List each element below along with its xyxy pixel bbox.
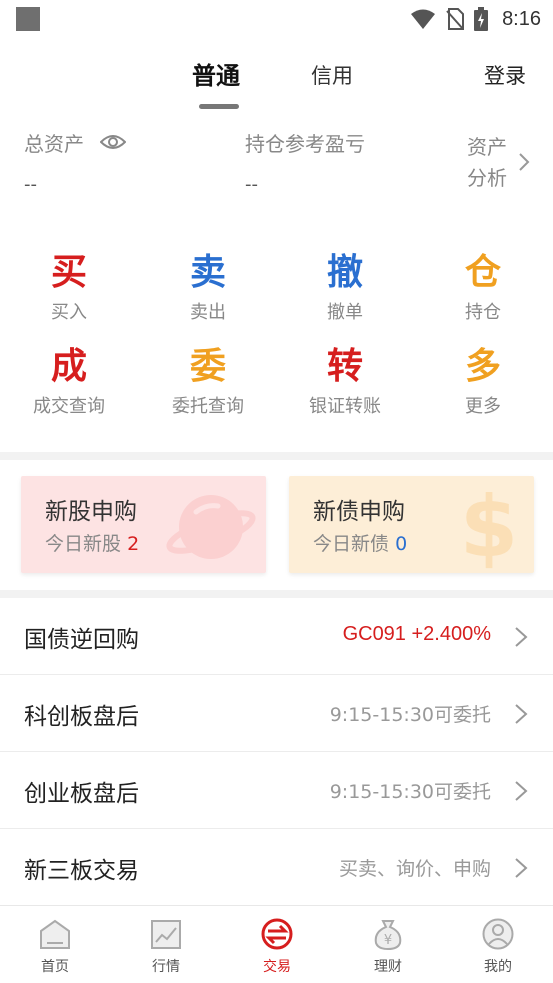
nav-market[interactable]: 行情 [131, 918, 201, 976]
position-pnl-label: 持仓参考盈亏 [245, 132, 365, 156]
card-subtitle: 今日新债 0 [313, 529, 407, 556]
nav-label: 行情 [152, 959, 180, 975]
action-label: 撤单 [327, 302, 363, 323]
cancel-icon: 撤 [326, 252, 363, 293]
list-item-title: 创业板盘后 [24, 781, 139, 807]
more-icon: 多 [464, 346, 501, 387]
nav-label: 首页 [41, 959, 69, 975]
chevron-right-icon [515, 781, 528, 801]
nav-trade[interactable]: 交易 [242, 918, 312, 976]
no-sim-icon [446, 8, 465, 30]
section-divider [0, 452, 553, 460]
list-item-title: 科创板盘后 [24, 704, 139, 730]
bond-subscription-card[interactable]: $ 新债申购 今日新债 0 [289, 476, 534, 573]
header: 普通 信用 登录 [0, 38, 553, 114]
chevron-right-icon [515, 858, 528, 878]
money-bag-icon: ¥ [374, 920, 402, 951]
nav-home[interactable]: 首页 [20, 918, 90, 976]
card-subtitle: 今日新股 2 [45, 529, 139, 556]
action-positions[interactable]: 仓 持仓 [428, 252, 538, 324]
total-assets-value: -- [24, 174, 37, 195]
list-item-neeq-trading[interactable]: 新三板交易 买卖、询价、申购 [0, 829, 553, 906]
ipo-subscription-card[interactable]: 新股申购 今日新股 2 [21, 476, 266, 573]
eye-icon[interactable] [100, 132, 126, 152]
order-query-icon: 委 [189, 346, 226, 387]
buy-icon: 买 [50, 252, 87, 293]
notification-icon [16, 7, 40, 31]
nav-profile[interactable]: 我的 [463, 918, 533, 976]
action-label: 委托查询 [172, 396, 244, 417]
section-divider [0, 590, 553, 598]
sell-icon: 卖 [189, 252, 226, 293]
tab-normal[interactable]: 普通 [192, 56, 240, 91]
list-item-star-market-after-hours[interactable]: 科创板盘后 9:15-15:30可委托 [0, 675, 553, 752]
list-item-detail: 买卖、询价、申购 [338, 858, 491, 880]
action-order-query[interactable]: 委 委托查询 [153, 346, 263, 418]
trade-icon [261, 918, 293, 950]
trade-query-icon: 成 [50, 346, 87, 387]
action-cancel-order[interactable]: 撤 撤单 [290, 252, 400, 324]
card-sub-label: 今日新债 [313, 533, 390, 555]
chevron-right-icon [515, 704, 528, 724]
action-label: 银证转账 [309, 396, 381, 417]
list-item-detail: 9:15-15:30可委托 [329, 781, 491, 803]
action-buy[interactable]: 买 买入 [14, 252, 124, 324]
chevron-right-icon [519, 153, 530, 171]
home-icon [40, 919, 70, 949]
chevron-right-icon [515, 627, 528, 647]
clock: 8:16 [502, 7, 541, 30]
positions-icon: 仓 [464, 252, 501, 293]
chart-icon [151, 920, 181, 949]
user-icon [482, 918, 514, 950]
position-pnl-value: -- [245, 174, 258, 195]
wifi-icon [411, 9, 436, 29]
battery-icon [474, 7, 489, 31]
tab-credit[interactable]: 信用 [311, 60, 353, 90]
action-bank-transfer[interactable]: 转 银证转账 [290, 346, 400, 418]
list-item-detail: 9:15-15:30可委托 [329, 704, 491, 726]
action-more[interactable]: 多 更多 [428, 346, 538, 418]
action-trade-query[interactable]: 成 成交查询 [14, 346, 124, 418]
bottom-nav: 首页 行情 交易 ¥ 理财 我的 [0, 905, 553, 983]
login-button[interactable]: 登录 [484, 60, 526, 90]
status-bar: 8:16 [0, 0, 553, 38]
action-label: 买入 [51, 302, 87, 323]
nav-label: 我的 [484, 959, 512, 975]
list-item-reverse-repo[interactable]: 国债逆回购 GC091 +2.400% [0, 598, 553, 675]
tab-active-indicator [199, 104, 239, 109]
card-title: 新股申购 [45, 499, 137, 525]
card-sub-label: 今日新股 [45, 533, 122, 555]
card-title: 新债申购 [313, 499, 405, 525]
transfer-icon: 转 [326, 346, 363, 387]
asset-analysis-link[interactable]: 资产分析 [467, 132, 515, 194]
new-bond-count: 0 [395, 533, 408, 555]
action-sell[interactable]: 卖 卖出 [153, 252, 263, 324]
planet-icon [166, 495, 256, 559]
action-label: 更多 [465, 396, 501, 417]
action-label: 持仓 [465, 302, 501, 323]
nav-label: 理财 [374, 959, 402, 975]
new-stock-count: 2 [127, 533, 140, 555]
list-item-title: 新三板交易 [24, 858, 139, 884]
action-label: 成交查询 [33, 396, 105, 417]
action-label: 卖出 [190, 302, 226, 323]
svg-text:$: $ [460, 482, 518, 572]
nav-wealth[interactable]: ¥ 理财 [353, 918, 423, 976]
dollar-icon: $ [460, 482, 518, 572]
list-item-title: 国债逆回购 [24, 627, 139, 653]
svg-text:¥: ¥ [384, 933, 392, 948]
list-item-detail: GC091 +2.400% [342, 623, 491, 645]
list-item-chinext-after-hours[interactable]: 创业板盘后 9:15-15:30可委托 [0, 752, 553, 829]
nav-label: 交易 [263, 959, 291, 975]
total-assets-label: 总资产 [24, 132, 84, 156]
